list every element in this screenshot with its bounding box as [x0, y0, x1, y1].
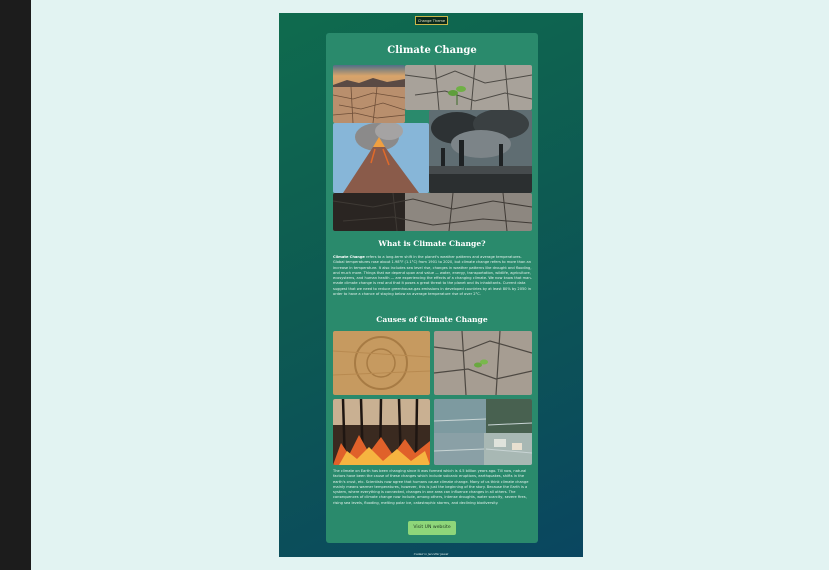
footer-credit: Coded in Jennifer Jewel: [413, 552, 449, 556]
climate-page: Change Theme Climate Change What is Clim…: [279, 13, 583, 557]
causes-paragraph: The climate on Earth has been changing s…: [333, 469, 529, 505]
flood-collage-image: [434, 399, 532, 465]
what-is-heading: What is Climate Change?: [378, 239, 486, 248]
factory-smoke-image: [429, 110, 532, 193]
change-theme-button[interactable]: Change Theme: [415, 16, 448, 25]
browser-sidebar: [0, 0, 31, 570]
content-card: Climate Change What is Climate Change? C…: [326, 33, 538, 543]
visit-un-button[interactable]: Visit UN website: [408, 521, 456, 535]
climate-change-bold: Climate Change: [333, 255, 365, 259]
cracked-earth-sprout-image: [434, 331, 532, 395]
what-is-paragraph: Climate Change refers to a long-term shi…: [333, 255, 532, 297]
dry-lake-sunset-image: [333, 65, 405, 123]
cracked-soil-sprout-image: [405, 65, 532, 110]
erupting-volcano-image: [333, 123, 429, 193]
page-title: Climate Change: [387, 45, 477, 56]
causes-heading: Causes of Climate Change: [376, 315, 488, 324]
dry-soil-image: [333, 331, 430, 395]
what-is-body: refers to a long-term shift in the plane…: [333, 255, 532, 297]
forest-fire-image: [333, 399, 430, 465]
cracked-ground-image: [333, 193, 532, 231]
